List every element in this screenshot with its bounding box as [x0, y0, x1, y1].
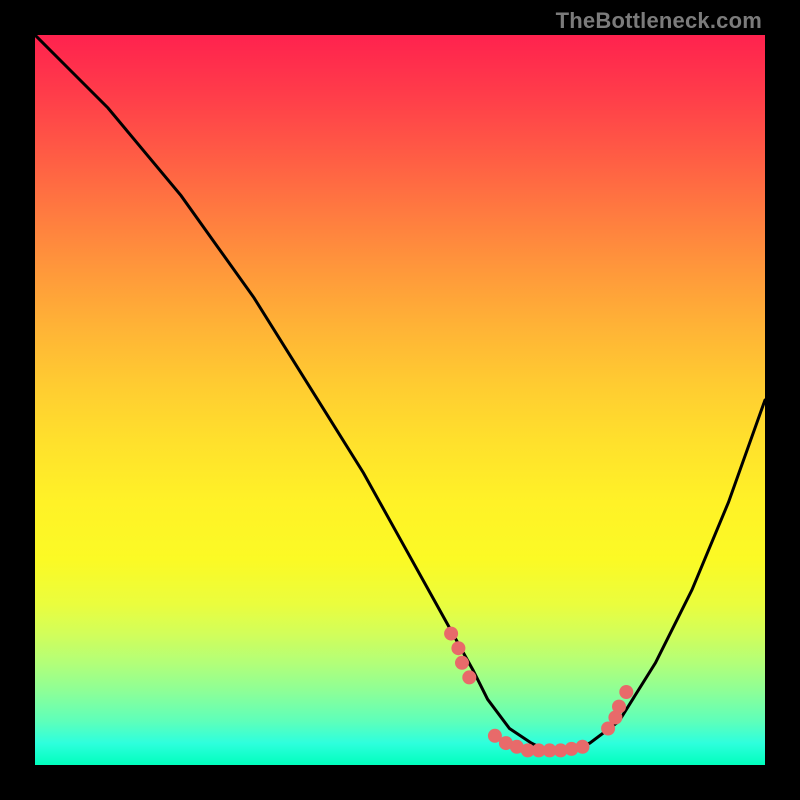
- chart-container: TheBottleneck.com: [0, 0, 800, 800]
- marker-dot: [455, 656, 469, 670]
- marker-dot: [619, 685, 633, 699]
- bottleneck-curve: [35, 35, 765, 750]
- marker-dots: [444, 627, 633, 758]
- plot-area: [35, 35, 765, 765]
- marker-dot: [462, 670, 476, 684]
- watermark-text: TheBottleneck.com: [556, 8, 762, 34]
- chart-svg: [35, 35, 765, 765]
- marker-dot: [576, 740, 590, 754]
- marker-dot: [451, 641, 465, 655]
- marker-dot: [612, 700, 626, 714]
- marker-dot: [444, 627, 458, 641]
